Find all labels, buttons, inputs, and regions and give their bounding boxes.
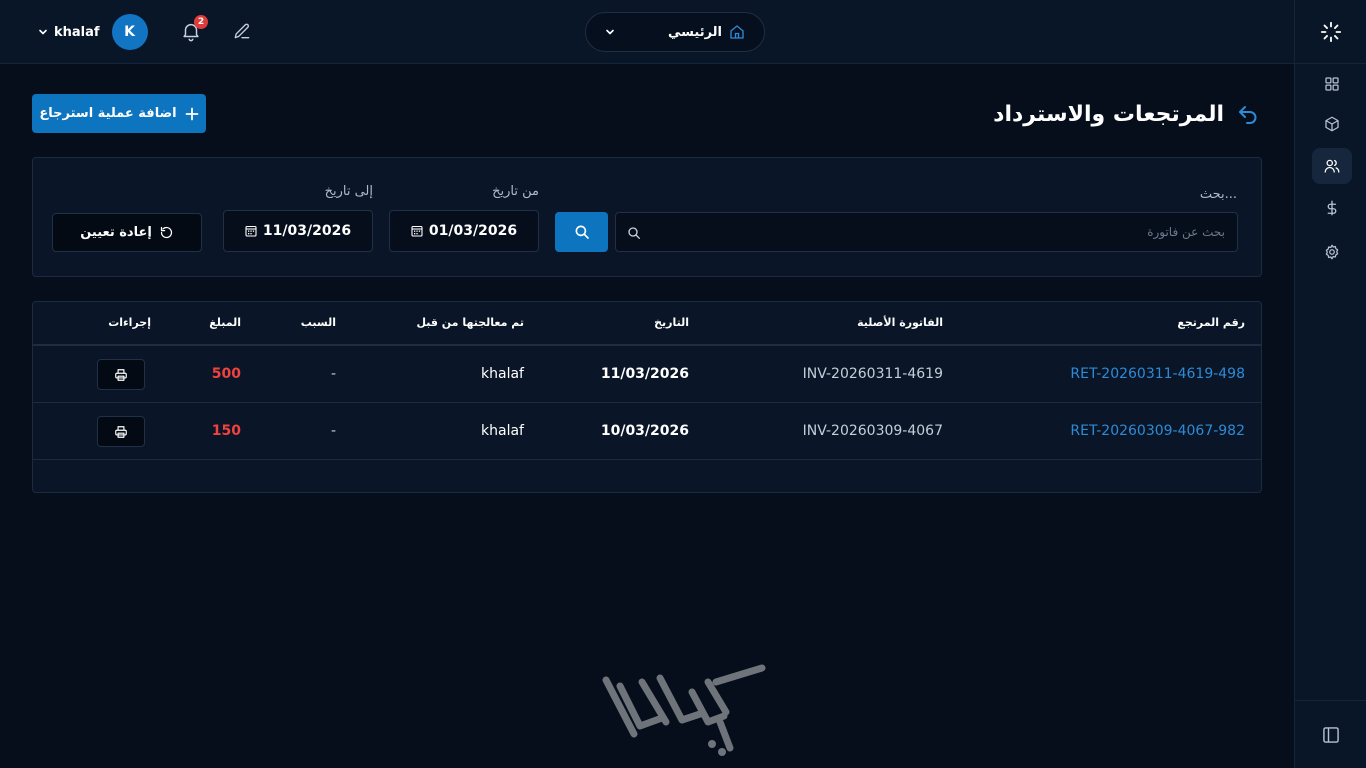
amount: 500 bbox=[211, 366, 241, 382]
col-return-no: رقم المرتجع bbox=[1177, 316, 1245, 329]
add-return-button[interactable]: اضافة عملية استرجاع bbox=[32, 94, 206, 133]
sidebar-item-dashboard[interactable] bbox=[1312, 66, 1352, 102]
returns-table: رقم المرتجع الفاتورة الأصلية التاريخ تم … bbox=[32, 301, 1262, 493]
sidebar-item-customers[interactable] bbox=[1312, 148, 1352, 184]
search-label: بحث... bbox=[1199, 187, 1237, 202]
user-menu[interactable]: khalaf K bbox=[38, 14, 148, 50]
calendar-icon bbox=[245, 225, 257, 237]
processed-by: khalaf bbox=[481, 366, 524, 382]
processed-by: khalaf bbox=[481, 423, 524, 439]
col-amount: المبلغ bbox=[209, 316, 241, 329]
from-date-input[interactable]: 01/03/2026 bbox=[389, 210, 539, 252]
search-button[interactable] bbox=[555, 212, 608, 252]
sidebar-item-finance[interactable] bbox=[1312, 190, 1352, 226]
chevron-down-icon bbox=[39, 29, 47, 35]
to-date-input[interactable]: 11/03/2026 bbox=[223, 210, 373, 252]
home-icon bbox=[730, 25, 744, 39]
plus-icon bbox=[185, 107, 199, 120]
page-title: المرتجعات والاسترداد bbox=[993, 101, 1224, 127]
chevron-down-icon bbox=[606, 29, 614, 35]
col-reason: السبب bbox=[300, 316, 336, 329]
table-header: رقم المرتجع الفاتورة الأصلية التاريخ تم … bbox=[33, 302, 1261, 346]
sidebar-item-products[interactable] bbox=[1312, 106, 1352, 142]
col-date: التاريخ bbox=[654, 316, 689, 329]
notification-badge: 2 bbox=[194, 15, 208, 29]
search-icon bbox=[575, 225, 589, 239]
reason: - bbox=[330, 366, 336, 382]
home-selector[interactable]: الرئيسي bbox=[585, 12, 765, 52]
return-date: 11/03/2026 bbox=[600, 366, 689, 382]
original-invoice: INV-20260311-4619 bbox=[802, 366, 943, 382]
to-date-label: إلى تاريخ bbox=[324, 184, 373, 199]
reset-label: إعادة تعيين bbox=[80, 225, 152, 240]
filter-panel: بحث... من تاريخ إلى تاريخ 01/03/2026 11/… bbox=[32, 157, 1262, 277]
return-date: 10/03/2026 bbox=[600, 423, 689, 439]
home-label: الرئيسي bbox=[668, 24, 722, 40]
calendar-icon bbox=[411, 225, 423, 237]
print-button[interactable] bbox=[97, 416, 145, 447]
search-input[interactable] bbox=[616, 213, 1237, 251]
search-icon bbox=[628, 227, 640, 239]
printer-icon bbox=[115, 368, 127, 381]
from-date-value: 01/03/2026 bbox=[428, 223, 518, 239]
add-return-label: اضافة عملية استرجاع bbox=[39, 106, 177, 121]
reset-icon bbox=[160, 226, 172, 239]
amount: 150 bbox=[211, 423, 241, 439]
grid-icon bbox=[1325, 77, 1339, 91]
return-number-link[interactable]: RET-20260309-4067-982 bbox=[1070, 423, 1245, 439]
return-number-link[interactable]: RET-20260311-4619-498 bbox=[1070, 366, 1245, 382]
page-header: المرتجعات والاسترداد bbox=[993, 98, 1260, 130]
return-arrow-icon bbox=[1239, 106, 1257, 124]
from-date-label: من تاريخ bbox=[492, 184, 539, 199]
watermark-logo bbox=[602, 664, 766, 756]
table-row: RET-20260311-4619-498 INV-20260311-4619 … bbox=[33, 346, 1261, 403]
loading-spinner-icon bbox=[1295, 0, 1366, 64]
sidebar-toggle-icon bbox=[1323, 726, 1339, 743]
reset-button[interactable]: إعادة تعيين bbox=[52, 213, 202, 252]
gear-icon bbox=[1325, 244, 1339, 260]
print-button[interactable] bbox=[97, 359, 145, 390]
col-actions: إجراءات bbox=[108, 316, 151, 329]
table-row: RET-20260309-4067-982 INV-20260309-4067 … bbox=[33, 403, 1261, 460]
avatar[interactable]: K bbox=[111, 14, 148, 50]
to-date-value: 11/03/2026 bbox=[262, 223, 352, 239]
original-invoice: INV-20260309-4067 bbox=[802, 423, 943, 439]
col-processed-by: تم معالجتها من قبل bbox=[416, 316, 524, 329]
user-name: khalaf bbox=[54, 24, 100, 40]
reason: - bbox=[330, 423, 336, 439]
sidebar-item-settings[interactable] bbox=[1312, 234, 1352, 270]
users-icon bbox=[1324, 159, 1340, 173]
top-bar: khalaf K 2 الرئيسي bbox=[0, 0, 1294, 64]
pen-icon[interactable] bbox=[232, 21, 252, 41]
col-original-invoice: الفاتورة الأصلية bbox=[857, 316, 943, 329]
dollar-icon bbox=[1327, 200, 1337, 216]
box-icon bbox=[1325, 116, 1339, 132]
sidebar bbox=[1294, 0, 1366, 768]
sidebar-toggle[interactable] bbox=[1295, 700, 1366, 768]
printer-icon bbox=[115, 425, 127, 438]
search-field bbox=[615, 212, 1238, 252]
